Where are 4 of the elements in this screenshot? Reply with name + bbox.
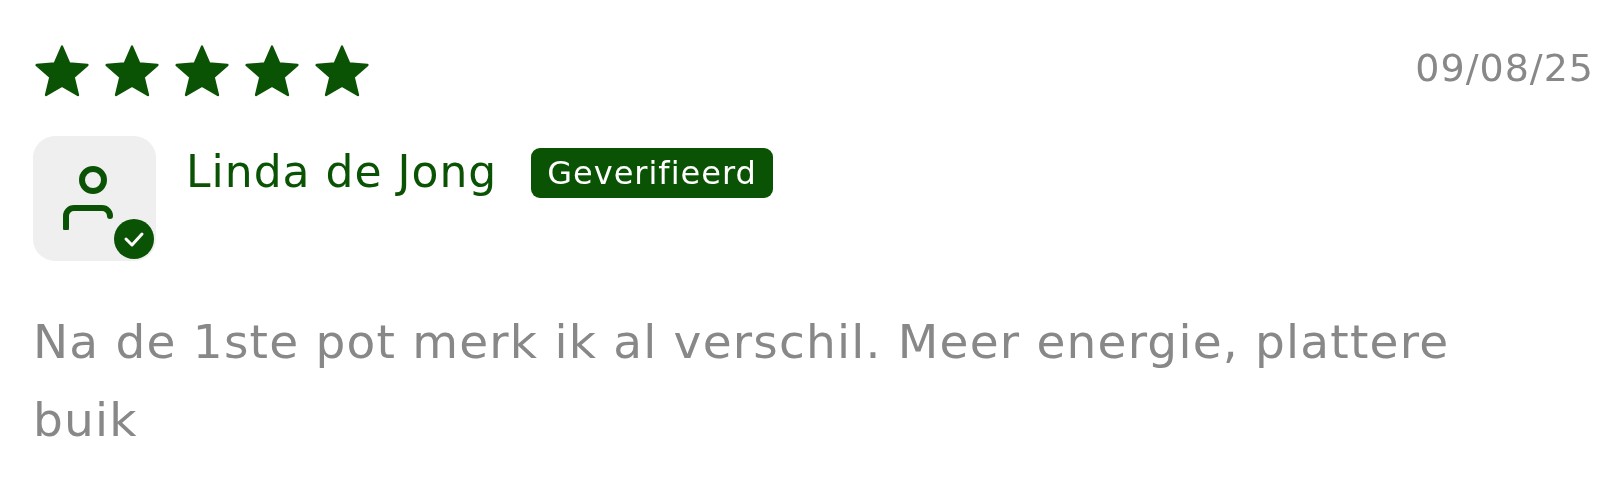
- reviewer-name: Linda de Jong: [186, 146, 498, 197]
- review-text: Na de 1ste pot merk ik al verschil. Meer energie, plattere buik: [33, 313, 1451, 449]
- review-date: 09/08/25: [1415, 46, 1594, 90]
- verified-badge: Geverifieerd: [531, 148, 773, 198]
